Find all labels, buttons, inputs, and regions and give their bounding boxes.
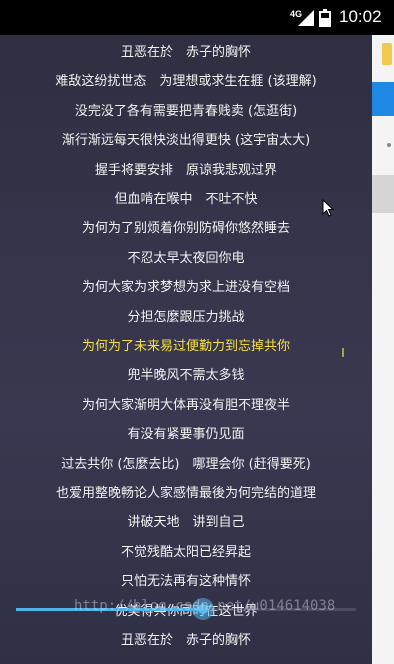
mouse-pointer-icon [322,199,335,217]
lyric-line[interactable]: 有没有紧要事仍见面 [0,426,372,444]
active-lyric-line[interactable]: 为何为了未来易过便勤力到忘掉共你 [0,338,372,356]
status-bar: 4G 10:02 [0,0,394,35]
background-dot [387,143,391,147]
lyric-line[interactable]: 只怕无法再有这种情怀 [0,573,372,591]
lyric-line[interactable]: 也爱用整晚畅论人家感情最後为何完结的道理 [0,485,372,503]
lyric-line[interactable]: 丑恶在於 赤子的胸怀 [0,44,372,62]
signal-icon [298,10,314,26]
lyric-line[interactable]: 丑恶在於 赤子的胸怀 [0,632,372,650]
lyric-line[interactable]: 过去共你 (怎麼去比) 哪理会你 (赶得要死) [0,456,372,474]
lyric-line[interactable]: 没完没了各有需要把青春贱卖 (怎逛街) [0,103,372,121]
lyric-line[interactable]: 不觉残酷太阳已经昇起 [0,544,372,562]
battery-icon [319,9,331,27]
lyrics-panel[interactable]: 丑恶在於 赤子的胸怀 难敌这纷扰世态 为理想或求生在捱 (该理解) 没完没了各有需要… [0,35,372,664]
lyric-line[interactable]: 分担怎麼跟压力挑战 [0,309,372,327]
folder-icon [382,43,392,65]
lyric-line[interactable]: 握手将要安排 原谅我悲观过界 [0,162,372,180]
lyric-line[interactable]: 渐行渐远每天很快淡出得更快 (这宇宙太大) [0,132,372,150]
lyric-line[interactable]: 不忍太早太夜回你电 [0,250,372,268]
lyric-line[interactable]: 为何为了别烦着你别防碍你悠然睡去 [0,220,372,238]
active-line-marker [342,348,344,357]
background-toolbar [372,82,394,116]
lyric-line[interactable]: 难敌这纷扰世态 为理想或求生在捱 (该理解) [0,73,372,91]
lyric-line[interactable]: 为何大家渐明大体再没有胆不理夜半 [0,397,372,415]
lyric-line[interactable]: 为何大家为求梦想为求上进没有空档 [0,279,372,297]
background-panel [372,175,394,213]
screen: 4G 10:02 丑恶在於 赤子的胸怀 难敌这纷扰世态 为理想或求生在捱 (该理解… [0,0,394,664]
lyric-line[interactable]: 讲破天地 讲到自己 [0,514,372,532]
lyric-line[interactable]: 但血啃在喉中 不吐不快 [0,191,372,209]
clock: 10:02 [339,7,382,26]
background-app [372,35,394,664]
watermark: http://blog.csdn.net/u014614038 [74,598,336,614]
lyric-line[interactable]: 兜半晚风不需太多钱 [0,367,372,385]
